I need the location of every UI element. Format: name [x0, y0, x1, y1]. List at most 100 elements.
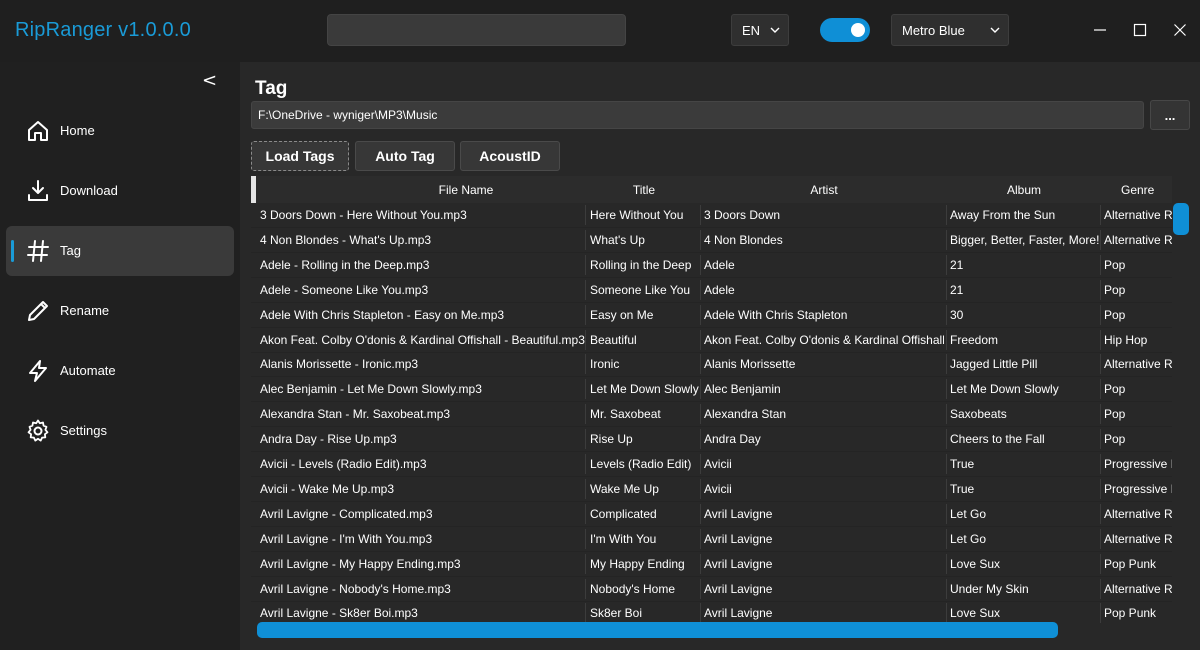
table-cell[interactable]: 30: [950, 308, 1100, 324]
column-header-file-name[interactable]: File Name: [336, 183, 596, 197]
table-cell[interactable]: Alanis Morissette - Ironic.mp3: [260, 357, 586, 373]
table-cell[interactable]: Alternative Rock: [1104, 532, 1172, 548]
sidebar-item-tag[interactable]: Tag: [6, 226, 234, 276]
table-cell[interactable]: Akon Feat. Colby O'donis & Kardinal Offi…: [704, 333, 944, 349]
table-cell[interactable]: Here Without You: [590, 208, 700, 224]
table-cell[interactable]: Saxobeats: [950, 407, 1100, 423]
table-cell[interactable]: Avril Lavigne - I'm With You.mp3: [260, 532, 586, 548]
column-header-artist[interactable]: Artist: [701, 183, 947, 197]
table-cell[interactable]: Pop: [1104, 407, 1172, 423]
table-cell[interactable]: Easy on Me: [590, 308, 700, 324]
table-cell[interactable]: Adele: [704, 283, 944, 299]
table-row[interactable]: 3 Doors Down - Here Without You.mp3 Here …: [251, 203, 1172, 228]
table-cell[interactable]: Adele With Chris Stapleton - Easy on Me.…: [260, 308, 586, 324]
language-select[interactable]: EN: [731, 14, 789, 46]
auto-tag-button[interactable]: Auto Tag: [355, 141, 455, 171]
table-cell[interactable]: Let Go: [950, 532, 1100, 548]
vertical-scrollbar[interactable]: [1173, 203, 1189, 235]
table-cell[interactable]: Avril Lavigne: [704, 507, 944, 523]
table-cell[interactable]: Rolling in the Deep: [590, 258, 700, 274]
table-cell[interactable]: Avril Lavigne: [704, 557, 944, 573]
table-row[interactable]: Avicii - Levels (Radio Edit).mp3 Levels (…: [251, 452, 1172, 477]
table-cell[interactable]: Jagged Little Pill: [950, 357, 1100, 373]
table-cell[interactable]: Under My Skin: [950, 582, 1100, 598]
table-cell[interactable]: 4 Non Blondes: [704, 233, 944, 249]
table-cell[interactable]: Avicii: [704, 482, 944, 498]
table-cell[interactable]: Pop Punk: [1104, 606, 1172, 622]
table-row[interactable]: Alanis Morissette - Ironic.mp3 Ironic Alan…: [251, 352, 1172, 378]
load-tags-button[interactable]: Load Tags: [251, 141, 349, 171]
folder-path-input[interactable]: F:\OneDrive - wyniger\MP3\Music: [251, 101, 1144, 129]
table-cell[interactable]: Pop: [1104, 432, 1172, 448]
table-cell[interactable]: Beautiful: [590, 333, 700, 349]
sidebar-item-settings[interactable]: Settings: [6, 406, 234, 456]
table-cell[interactable]: Alternative Rock: [1104, 357, 1172, 373]
table-row[interactable]: Avril Lavigne - Complicated.mp3 Complicat…: [251, 502, 1172, 527]
table-cell[interactable]: Avicii: [704, 457, 944, 473]
sidebar-item-automate[interactable]: Automate: [6, 346, 234, 396]
table-cell[interactable]: Cheers to the Fall: [950, 432, 1100, 448]
collapse-sidebar-button[interactable]: <: [202, 70, 217, 91]
table-cell[interactable]: Avril Lavigne: [704, 582, 944, 598]
table-cell[interactable]: Pop: [1104, 283, 1172, 299]
table-cell[interactable]: Pop Punk: [1104, 557, 1172, 573]
search-input[interactable]: [327, 14, 626, 46]
table-cell[interactable]: Alternative Rock: [1104, 507, 1172, 523]
table-cell[interactable]: Rise Up: [590, 432, 700, 448]
table-cell[interactable]: Avicii - Wake Me Up.mp3: [260, 482, 586, 498]
table-cell[interactable]: Alternative Rock: [1104, 208, 1172, 224]
table-cell[interactable]: Adele With Chris Stapleton: [704, 308, 944, 324]
table-cell[interactable]: Akon Feat. Colby O'donis & Kardinal Offi…: [260, 333, 586, 349]
table-cell[interactable]: Love Sux: [950, 557, 1100, 573]
browse-button[interactable]: ...: [1150, 100, 1190, 130]
table-cell[interactable]: Andra Day - Rise Up.mp3: [260, 432, 586, 448]
table-cell[interactable]: Avril Lavigne: [704, 532, 944, 548]
table-cell[interactable]: 4 Non Blondes - What's Up.mp3: [260, 233, 586, 249]
table-cell[interactable]: I'm With You: [590, 532, 700, 548]
table-row[interactable]: Alexandra Stan - Mr. Saxobeat.mp3 Mr. Sax…: [251, 402, 1172, 428]
table-cell[interactable]: Let Me Down Slowly: [590, 382, 700, 398]
table-row[interactable]: Avril Lavigne - Sk8er Boi.mp3 Sk8er Boi Av…: [251, 601, 1172, 624]
table-cell[interactable]: Freedom: [950, 333, 1100, 349]
table-cell[interactable]: Pop: [1104, 258, 1172, 274]
column-header-title[interactable]: Title: [586, 183, 702, 197]
table-cell[interactable]: 3 Doors Down: [704, 208, 944, 224]
table-row[interactable]: 4 Non Blondes - What's Up.mp3 What's Up 4 …: [251, 228, 1172, 253]
table-cell[interactable]: Adele: [704, 258, 944, 274]
table-cell[interactable]: Pop: [1104, 382, 1172, 398]
table-row[interactable]: Adele - Rolling in the Deep.mp3 Rolling i…: [251, 253, 1172, 278]
column-header-genre[interactable]: Genre: [1121, 183, 1172, 197]
table-row[interactable]: Adele With Chris Stapleton - Easy on Me.…: [251, 303, 1172, 328]
theme-select[interactable]: Metro Blue: [891, 14, 1009, 46]
table-cell[interactable]: Alec Benjamin: [704, 382, 944, 398]
table-cell[interactable]: Someone Like You: [590, 283, 700, 299]
table-row[interactable]: Akon Feat. Colby O'donis & Kardinal Offi…: [251, 328, 1172, 353]
table-cell[interactable]: Ironic: [590, 357, 700, 373]
table-cell[interactable]: What's Up: [590, 233, 700, 249]
table-cell[interactable]: 3 Doors Down - Here Without You.mp3: [260, 208, 586, 224]
sidebar-item-rename[interactable]: Rename: [6, 286, 234, 336]
table-cell[interactable]: Complicated: [590, 507, 700, 523]
sidebar-item-download[interactable]: Download: [6, 166, 234, 216]
table-cell[interactable]: Levels (Radio Edit): [590, 457, 700, 473]
table-row[interactable]: Adele - Someone Like You.mp3 Someone Like…: [251, 278, 1172, 303]
table-cell[interactable]: Alexandra Stan - Mr. Saxobeat.mp3: [260, 407, 586, 423]
table-cell[interactable]: My Happy Ending: [590, 557, 700, 573]
table-cell[interactable]: Avril Lavigne - My Happy Ending.mp3: [260, 557, 586, 573]
acoustid-button[interactable]: AcoustID: [460, 141, 560, 171]
table-cell[interactable]: Avril Lavigne - Nobody's Home.mp3: [260, 582, 586, 598]
table-cell[interactable]: Pop: [1104, 308, 1172, 324]
table-cell[interactable]: Avicii - Levels (Radio Edit).mp3: [260, 457, 586, 473]
close-button[interactable]: [1170, 20, 1190, 40]
table-cell[interactable]: Adele - Rolling in the Deep.mp3: [260, 258, 586, 274]
table-cell[interactable]: Nobody's Home: [590, 582, 700, 598]
column-header-album[interactable]: Album: [947, 183, 1101, 197]
horizontal-scrollbar[interactable]: [257, 622, 1058, 638]
minimize-button[interactable]: [1090, 20, 1110, 40]
table-cell[interactable]: True: [950, 457, 1100, 473]
sidebar-item-home[interactable]: Home: [6, 106, 234, 156]
table-cell[interactable]: Let Go: [950, 507, 1100, 523]
table-cell[interactable]: Progressive House: [1104, 457, 1172, 473]
table-cell[interactable]: Avril Lavigne: [704, 606, 944, 622]
table-cell[interactable]: 21: [950, 258, 1100, 274]
